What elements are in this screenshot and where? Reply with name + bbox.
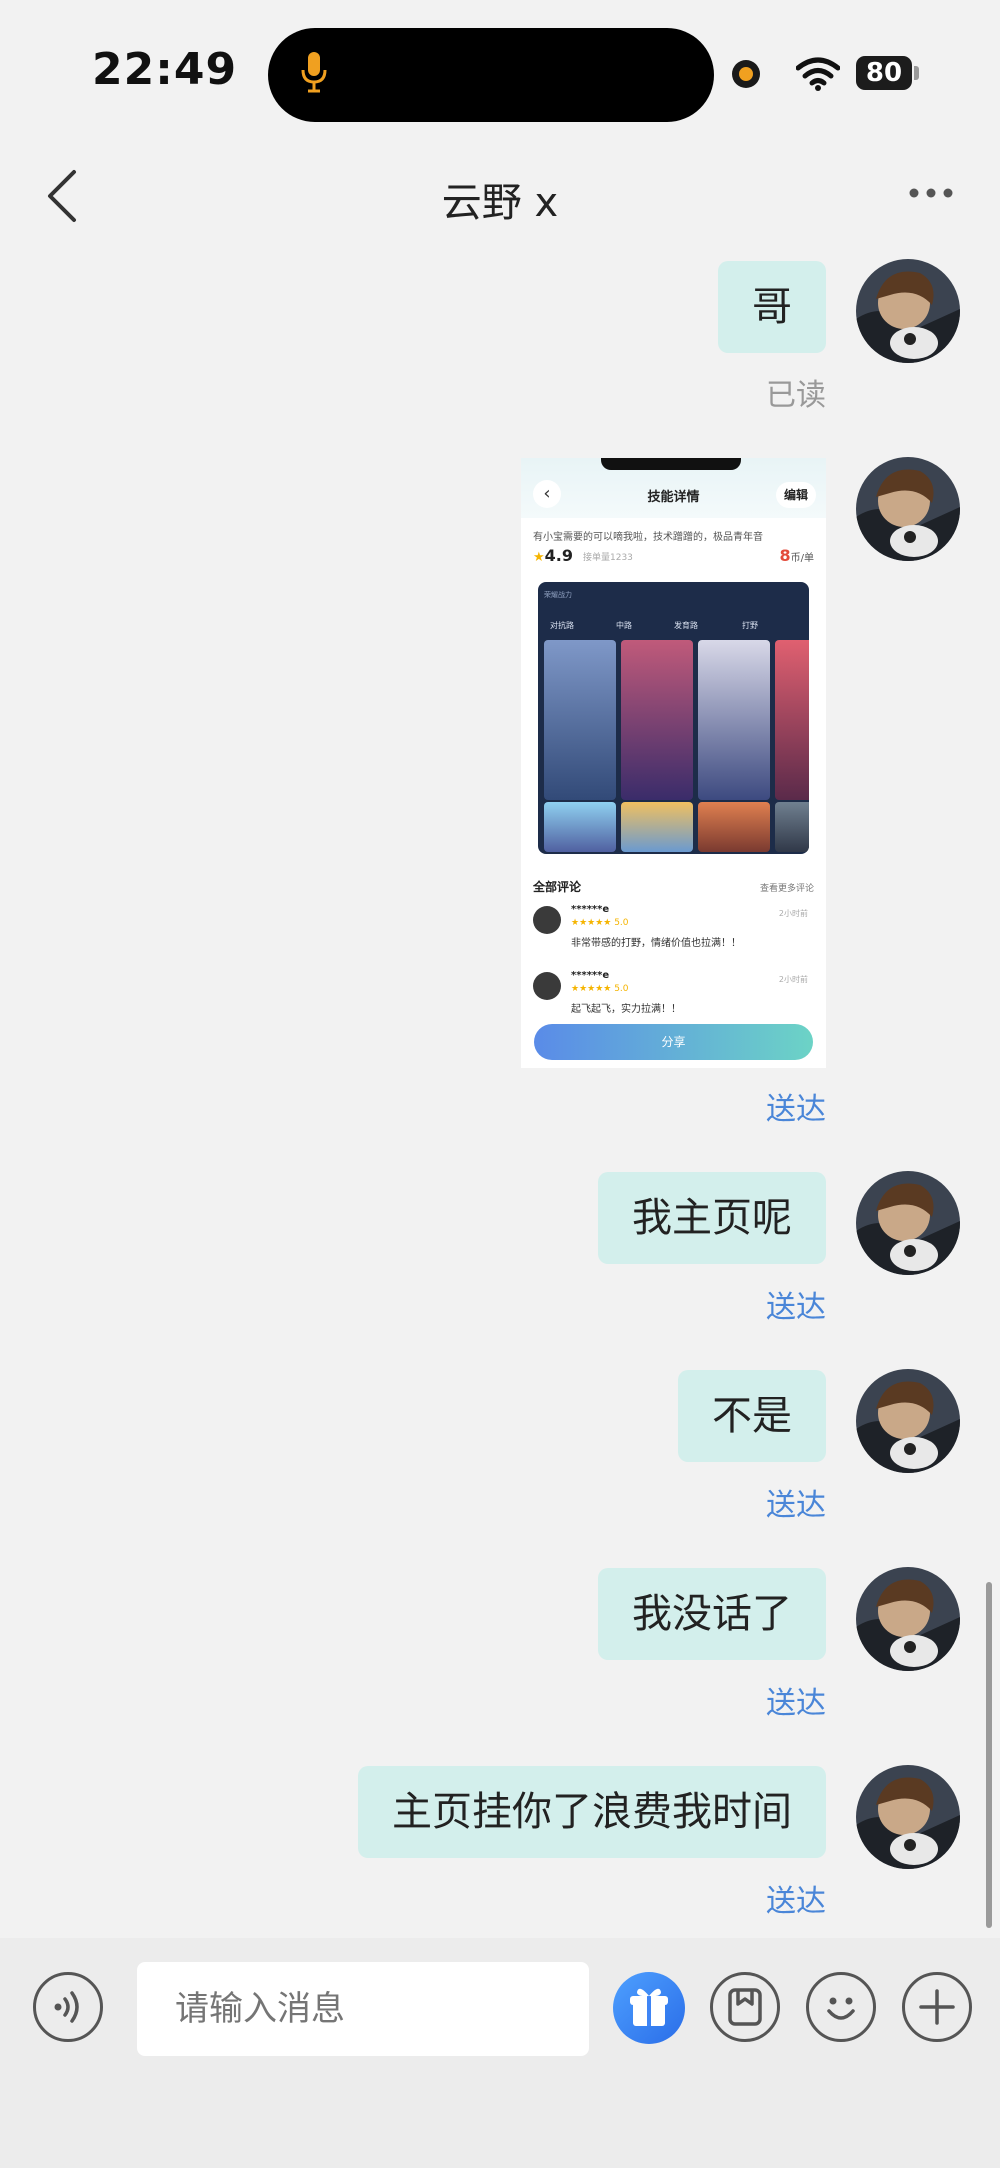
avatar[interactable]: [856, 1765, 960, 1869]
battery-icon: 80: [856, 56, 912, 90]
composer-bar: [0, 1938, 1000, 2168]
reviewer-name: ******e: [571, 904, 610, 915]
avatar-image: [856, 1369, 960, 1473]
delivered-receipt: 送达: [766, 1092, 826, 1127]
lane-tab: 中路: [616, 621, 632, 630]
review-text: 起飞起飞，实力拉满！！: [571, 1004, 681, 1015]
avatar-image: [856, 1567, 960, 1671]
review-item: ******e ★★★★★ 5.0 2小时前 非常带感的打野，情绪价值也拉满！！: [533, 904, 818, 964]
add-button[interactable]: [902, 1972, 972, 2042]
shot-order-count: 接单量1233: [583, 553, 633, 563]
message-bubble[interactable]: 我主页呢: [598, 1172, 826, 1264]
chat-title: 云野 x: [441, 180, 559, 226]
message-bubble[interactable]: 哥: [718, 261, 826, 353]
status-bar: 22:49 80: [0, 0, 1000, 150]
shot-rating: ★4.9: [533, 546, 573, 565]
hero-card: [698, 640, 770, 800]
hero-card: [698, 802, 770, 852]
review-item: ******e ★★★★★ 5.0 2小时前 起飞起飞，实力拉满！！: [533, 970, 818, 1030]
panel-label: 荣耀战力: [544, 591, 572, 599]
avatar-image: [856, 1171, 960, 1275]
shot-notch: [601, 458, 741, 470]
hero-card: [621, 640, 693, 800]
plus-icon: [919, 1989, 955, 2025]
status-time: 22:49: [92, 44, 238, 95]
review-stars: ★★★★★ 5.0: [571, 984, 629, 994]
reviewer-avatar: [533, 972, 561, 1000]
hero-card: [544, 802, 616, 852]
delivered-receipt: 送达: [766, 1884, 826, 1919]
avatar-image: [856, 457, 960, 561]
sticker-button[interactable]: [710, 1972, 780, 2042]
read-receipt: 已读: [766, 378, 826, 413]
wifi-icon: [796, 57, 840, 91]
emoji-button[interactable]: [806, 1972, 876, 2042]
hero-card: [775, 802, 809, 852]
all-reviews-heading: 全部评论: [533, 880, 582, 894]
review-time: 2小时前: [778, 975, 808, 984]
review-time: 2小时前: [778, 909, 808, 918]
lane-tabs: 对抗路 中路 发育路 打野: [538, 620, 809, 640]
message-input[interactable]: [137, 1962, 589, 2056]
hero-card: [621, 802, 693, 852]
avatar[interactable]: [856, 457, 960, 561]
gift-button[interactable]: [613, 1972, 685, 2044]
voice-button[interactable]: [33, 1972, 103, 2042]
dynamic-island: [268, 28, 714, 122]
message-bubble[interactable]: 我没话了: [598, 1568, 826, 1660]
shot-description: 有小宝需要的可以嘀我啦，技术蹭蹭的，极品青年音: [533, 532, 763, 543]
hero-cards: [544, 640, 809, 800]
voice-wave-icon: [54, 1991, 79, 2023]
hero-panel: 荣耀战力 对抗路 中路 发育路 打野: [538, 582, 809, 854]
delivered-receipt: 送达: [766, 1686, 826, 1721]
smile-icon: [827, 1997, 855, 2020]
battery-tip: [914, 66, 919, 80]
review-stars: ★★★★★ 5.0: [571, 918, 629, 928]
avatar[interactable]: [856, 259, 960, 363]
hero-card: [775, 640, 809, 800]
recording-indicator-icon: [732, 60, 760, 88]
scrollbar[interactable]: [986, 1582, 992, 1928]
lane-tab: 对抗路: [550, 621, 574, 630]
shot-price: 8币/单: [779, 546, 814, 565]
message-bubble[interactable]: 主页挂你了浪费我时间: [358, 1766, 826, 1858]
avatar-image: [856, 1765, 960, 1869]
avatar-image: [856, 259, 960, 363]
shared-screenshot-image[interactable]: ‹ 技能详情 编辑 有小宝需要的可以嘀我啦，技术蹭蹭的，极品青年音 ★4.9 接…: [521, 458, 826, 1068]
microphone-icon: [301, 52, 327, 93]
gift-icon: [630, 1988, 668, 2026]
delivered-receipt: 送达: [766, 1290, 826, 1325]
more-reviews-link: 查看更多评论: [759, 884, 814, 894]
shot-edit-button: 编辑: [775, 482, 816, 508]
lane-tab: 发育路: [674, 621, 698, 630]
delivered-receipt: 送达: [766, 1488, 826, 1523]
avatar[interactable]: [856, 1567, 960, 1671]
reviewer-avatar: [533, 906, 561, 934]
hero-card: [544, 640, 616, 800]
more-options-icon[interactable]: [908, 186, 954, 200]
lane-tab: 打野: [742, 621, 758, 630]
reviewer-name: ******e: [571, 970, 610, 981]
message-bubble[interactable]: 不是: [678, 1370, 826, 1462]
chat-header: 云野 x: [0, 150, 1000, 240]
avatar[interactable]: [856, 1369, 960, 1473]
sticker-icon: [728, 1988, 762, 2026]
star-icon: ★: [533, 550, 545, 565]
review-text: 非常带感的打野，情绪价值也拉满！！: [571, 938, 741, 949]
share-button: 分享: [534, 1024, 813, 1060]
avatar[interactable]: [856, 1171, 960, 1275]
